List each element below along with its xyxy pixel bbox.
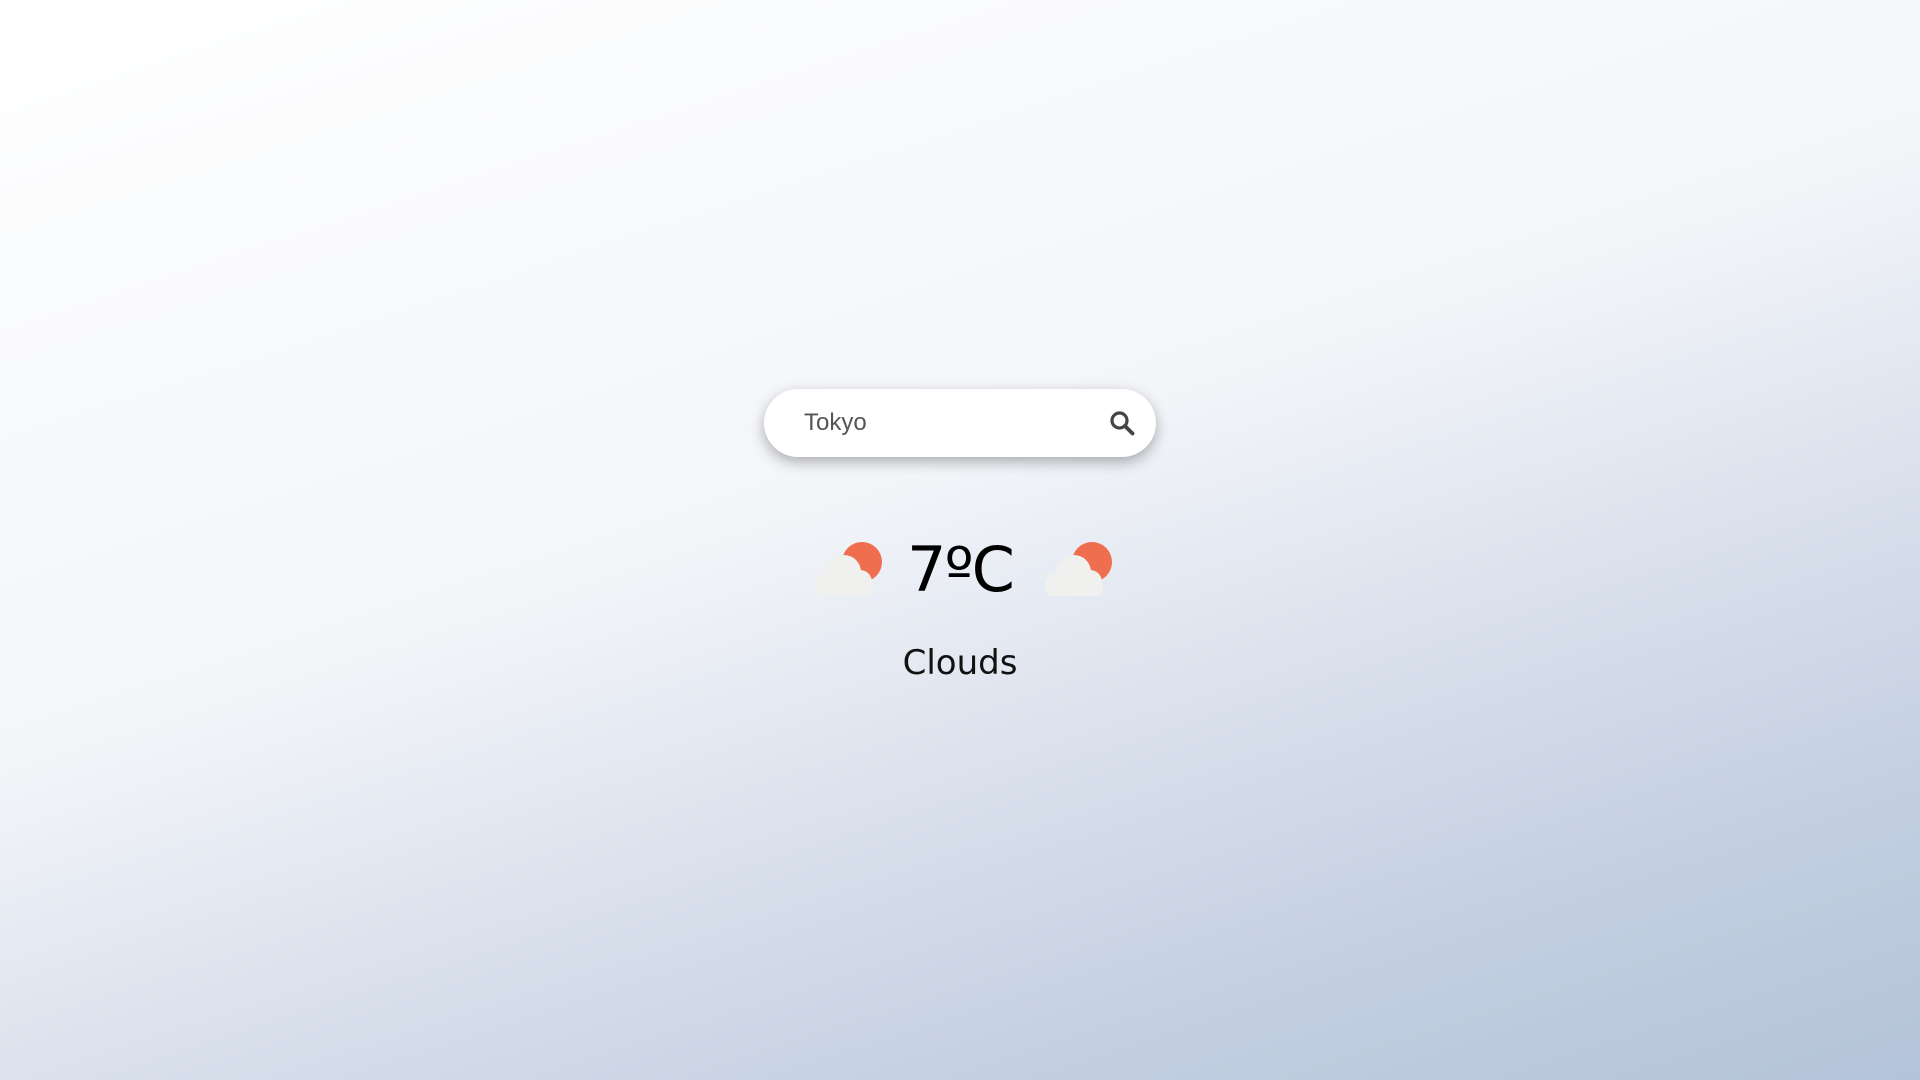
search-icon [1110, 411, 1135, 436]
weather-summary: 7ºC [0, 530, 1920, 610]
search-button[interactable] [1106, 407, 1138, 439]
weather-condition: Clouds [902, 643, 1018, 683]
search-bar [764, 389, 1156, 457]
temperature-value: 7ºC [907, 533, 1015, 606]
partly-cloudy-icon [1045, 542, 1112, 596]
city-search-input[interactable] [804, 389, 1094, 457]
partly-cloudy-icon [815, 542, 882, 596]
